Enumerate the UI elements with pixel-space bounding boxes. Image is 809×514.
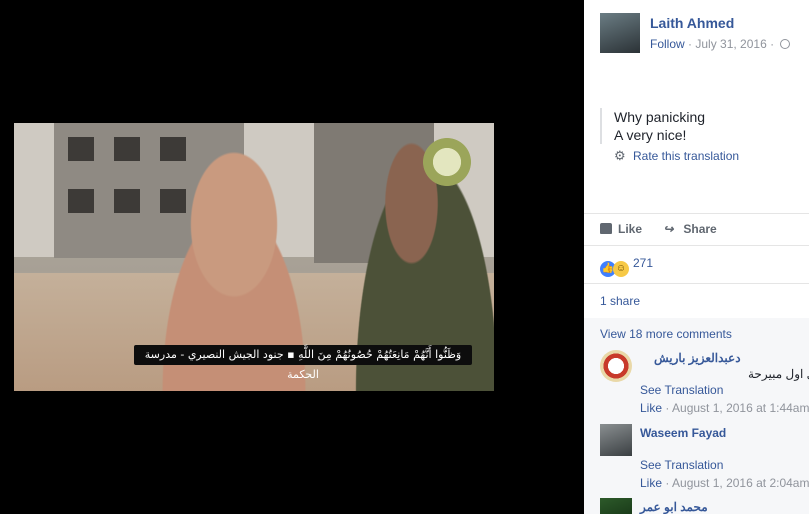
photo-window <box>68 189 94 213</box>
see-translation-link[interactable]: See Translation <box>640 458 723 472</box>
author-name[interactable]: Laith Ahmed <box>650 15 734 31</box>
share-button[interactable]: ↪ Share <box>663 222 716 236</box>
reaction-count: 271 <box>633 256 654 270</box>
comment-meta: Like · August 1, 2016 at 2:04am <box>640 476 809 490</box>
comment-meta: Like · August 1, 2016 at 1:44am <box>640 401 809 415</box>
comment-avatar[interactable] <box>600 498 632 514</box>
comment-author[interactable]: محمد ابو عمر <box>640 500 708 514</box>
photo-viewer: وَظَنُّوا أَنَّهُمْ مَانِعَتُهُمْ حُصُون… <box>0 0 584 514</box>
separator: · <box>766 37 778 51</box>
post-text-line: Why panicking <box>614 109 706 125</box>
divider <box>584 283 809 284</box>
see-translation-link[interactable]: See Translation <box>640 383 723 397</box>
reactions-summary[interactable]: 👍 ☺ 271 <box>600 256 653 277</box>
thumbs-up-icon <box>600 223 612 234</box>
rate-translation-label: Rate this translation <box>633 149 740 163</box>
globe-icon <box>780 39 791 49</box>
divider <box>584 245 809 246</box>
post-photo[interactable]: وَظَنُّوا أَنَّهُمْ مَانِعَتُهُمْ حُصُون… <box>14 123 494 391</box>
rate-translation-link[interactable]: ⚙ Rate this translation <box>614 148 739 164</box>
comment-author[interactable]: Waseem Fayad <box>640 426 726 440</box>
post-date[interactable]: July 31, 2016 <box>695 37 766 51</box>
post-actions: Like ↪ Share <box>600 222 735 236</box>
comment-avatar[interactable] <box>600 350 632 382</box>
comment-like-link[interactable]: Like <box>640 401 662 415</box>
gear-icon: ⚙ <box>614 148 626 163</box>
divider <box>584 213 809 214</box>
like-label: Like <box>618 222 643 236</box>
emblem-logo <box>418 135 476 189</box>
comment-time[interactable]: August 1, 2016 at 1:44am <box>672 401 809 415</box>
share-icon: ↪ <box>663 222 674 236</box>
haha-reaction-icon: ☺ <box>613 261 629 277</box>
follow-link[interactable]: Follow <box>650 37 685 51</box>
post-translation: Why panicking A very nice! <box>600 108 705 144</box>
watermark-logo <box>28 137 94 189</box>
post-text-line: A very nice! <box>614 127 687 143</box>
separator: · <box>684 37 696 51</box>
comment-avatar[interactable] <box>600 424 632 456</box>
comment-author[interactable]: دعبدالعزيز باريش <box>654 351 741 365</box>
post-side-panel: Laith Ahmed Follow · July 31, 2016 · Why… <box>584 0 809 514</box>
shares-link[interactable]: 1 share <box>600 294 640 308</box>
post-meta: Follow · July 31, 2016 · <box>650 37 791 51</box>
like-button[interactable]: Like <box>600 222 642 236</box>
comment-text: ننوى اول مبيرحة <box>748 367 809 381</box>
author-avatar[interactable] <box>600 13 640 53</box>
view-more-comments-link[interactable]: View 18 more comments <box>600 327 732 341</box>
photo-caption: وَظَنُّوا أَنَّهُمْ مَانِعَتُهُمْ حُصُون… <box>134 345 472 381</box>
share-label: Share <box>683 222 717 236</box>
comment-time[interactable]: August 1, 2016 at 2:04am <box>672 476 809 490</box>
comment-like-link[interactable]: Like <box>640 476 662 490</box>
